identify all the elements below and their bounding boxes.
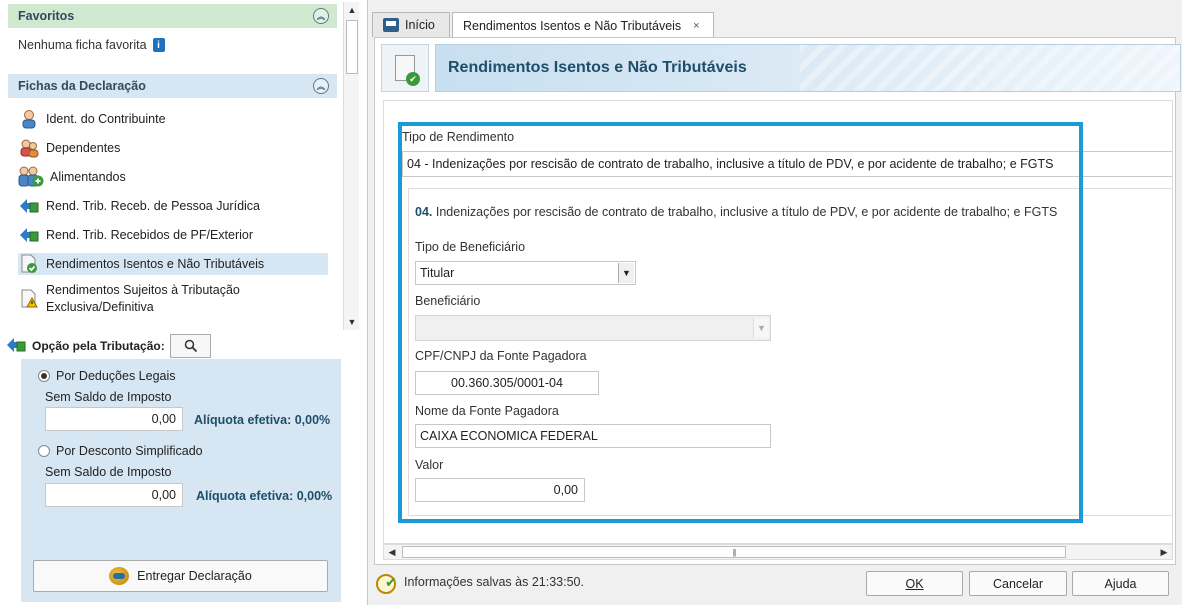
beneficiary-type-label: Tipo de Beneficiário: [415, 240, 526, 254]
cnpj-field[interactable]: 00.360.305/0001-04: [415, 371, 599, 395]
saved-clock-icon: [376, 572, 398, 594]
deducoes-value: 0,00: [45, 407, 183, 431]
horizontal-scrollbar[interactable]: ◀ ||| ▶: [383, 544, 1173, 560]
collapse-forms-icon[interactable]: ︽: [313, 78, 329, 94]
cancel-button[interactable]: Cancelar: [969, 571, 1067, 596]
favorites-empty-text: Nenhuma ficha favorita: [18, 38, 147, 52]
payer-name-field[interactable]: CAIXA ECONOMICA FEDERAL: [415, 424, 771, 448]
section-title: Indenizações por rescisão de contrato de…: [435, 205, 1058, 219]
arrow-money-icon: [7, 338, 26, 352]
saved-status-text: Informações salvas às 21:33:50.: [404, 575, 584, 589]
deducoes-rate: Alíquota efetiva: 0,00%: [194, 413, 331, 427]
search-icon: [184, 339, 197, 353]
section-number: 04.: [415, 205, 433, 219]
deliver-declaration-button[interactable]: Entregar Declaração: [33, 560, 328, 592]
forms-navigation: Favoritos ︽ Nenhuma ficha favorita i Fic…: [0, 0, 342, 332]
doc-check-icon: [18, 253, 40, 275]
radio-button[interactable]: [38, 370, 50, 382]
arrow-money-icon: [18, 195, 40, 217]
main-panel: Início Rendimentos Isentos e Não Tributá…: [368, 0, 1182, 605]
doc-check-icon: ✔: [395, 55, 420, 86]
help-button[interactable]: Ajuda: [1072, 571, 1169, 596]
arrow-money-icon: [18, 224, 40, 246]
home-icon: [383, 18, 399, 32]
horizontal-scroll-thumb[interactable]: |||: [402, 546, 1066, 558]
chevron-down-icon[interactable]: ▼: [753, 318, 769, 338]
nav-scroll-thumb[interactable]: [346, 20, 358, 74]
left-panel: Favoritos ︽ Nenhuma ficha favorita i Fic…: [0, 0, 368, 605]
tab-rendimentos-isentos[interactable]: Rendimentos Isentos e Não Tributáveis ×: [452, 12, 714, 38]
tab-inicio[interactable]: Início: [372, 12, 450, 37]
section-heading: 04. Indenizações por rescisão de contrat…: [415, 205, 1057, 219]
form-content: ✔ Rendimentos Isentos e Não Tributáveis …: [374, 37, 1181, 565]
sidebar-item-rend-trib-pf[interactable]: Rend. Trib. Recebidos de PF/Exterior: [18, 224, 328, 246]
favorites-empty: Nenhuma ficha favorita i: [18, 38, 165, 52]
cnpj-label: CPF/CNPJ da Fonte Pagadora: [415, 349, 587, 363]
simplificado-rate: Alíquota efetiva: 0,00%: [196, 489, 333, 503]
taxation-option-label: Opção pela Tributação:: [32, 339, 165, 353]
sidebar-item-alimentandos[interactable]: Alimentandos: [18, 166, 328, 188]
forms-header[interactable]: Fichas da Declaração ︽: [8, 74, 337, 98]
info-icon[interactable]: i: [152, 38, 165, 52]
favorites-header[interactable]: Favoritos ︽: [8, 4, 337, 28]
amount-field[interactable]: 0,00: [415, 478, 585, 502]
taxation-option-bar: Opção pela Tributação:: [0, 333, 368, 359]
status-bar: Informações salvas às 21:33:50.: [376, 572, 584, 594]
radio-button[interactable]: [38, 445, 50, 457]
simplificado-balance-label: Sem Saldo de Imposto: [45, 465, 172, 479]
doc-warning-icon: [18, 288, 40, 310]
income-type-field[interactable]: 04 - Indenizações por rescisão de contra…: [402, 151, 1172, 177]
page-title: Rendimentos Isentos e Não Tributáveis: [448, 59, 747, 76]
sidebar-item-dependentes[interactable]: Dependentes: [18, 137, 328, 159]
sidebar-item-ident-contribuinte[interactable]: Ident. do Contribuinte: [18, 108, 328, 130]
chevron-down-icon[interactable]: ▼: [618, 263, 634, 283]
beneficiary-type-select[interactable]: Titular ▼: [415, 261, 636, 285]
people-add-icon: [18, 166, 44, 188]
forms-title: Fichas da Declaração: [18, 79, 146, 93]
scroll-up-icon[interactable]: ▲: [344, 2, 360, 18]
payer-name-label: Nome da Fonte Pagadora: [415, 404, 559, 418]
sidebar-item-rend-trib-pj[interactable]: Rend. Trib. Receb. de Pessoa Jurídica: [18, 195, 328, 217]
globe-icon: [109, 567, 130, 585]
collapse-favorites-icon[interactable]: ︽: [313, 8, 329, 24]
amount-label: Valor: [415, 458, 444, 472]
people-icon: [18, 137, 40, 159]
scroll-down-icon[interactable]: ▼: [344, 314, 360, 330]
favorites-title: Favoritos: [18, 9, 75, 23]
radio-desconto-simplificado[interactable]: Por Desconto Simplificado: [38, 444, 203, 458]
person-icon: [18, 108, 40, 130]
scroll-left-icon[interactable]: ◀: [384, 545, 400, 559]
income-type-label: Tipo de Rendimento: [402, 130, 515, 144]
scroll-right-icon[interactable]: ▶: [1156, 545, 1172, 559]
beneficiary-label: Beneficiário: [415, 294, 481, 308]
sidebar-item-rend-isentos[interactable]: Rendimentos Isentos e Não Tributáveis: [18, 253, 328, 275]
search-button[interactable]: [170, 334, 211, 358]
beneficiary-select[interactable]: ▼: [415, 315, 771, 341]
form-icon: ✔: [381, 44, 429, 92]
radio-deducoes-legais[interactable]: Por Deduções Legais: [38, 369, 176, 383]
simplificado-value: 0,00: [45, 483, 183, 507]
page-title-banner: Rendimentos Isentos e Não Tributáveis: [435, 44, 1181, 92]
taxation-options: Por Deduções Legais Sem Saldo de Imposto…: [21, 359, 341, 602]
sidebar-item-rend-exclusiva[interactable]: Rendimentos Sujeitos à Tributação Exclus…: [18, 282, 328, 318]
nav-scrollbar[interactable]: ▲ ▼: [343, 2, 359, 330]
deducoes-balance-label: Sem Saldo de Imposto: [45, 390, 172, 404]
close-icon[interactable]: ×: [693, 20, 699, 32]
form-scroll-region: Tipo de Rendimento 04 - Indenizações por…: [383, 100, 1173, 544]
ok-button[interactable]: OK: [866, 571, 963, 596]
